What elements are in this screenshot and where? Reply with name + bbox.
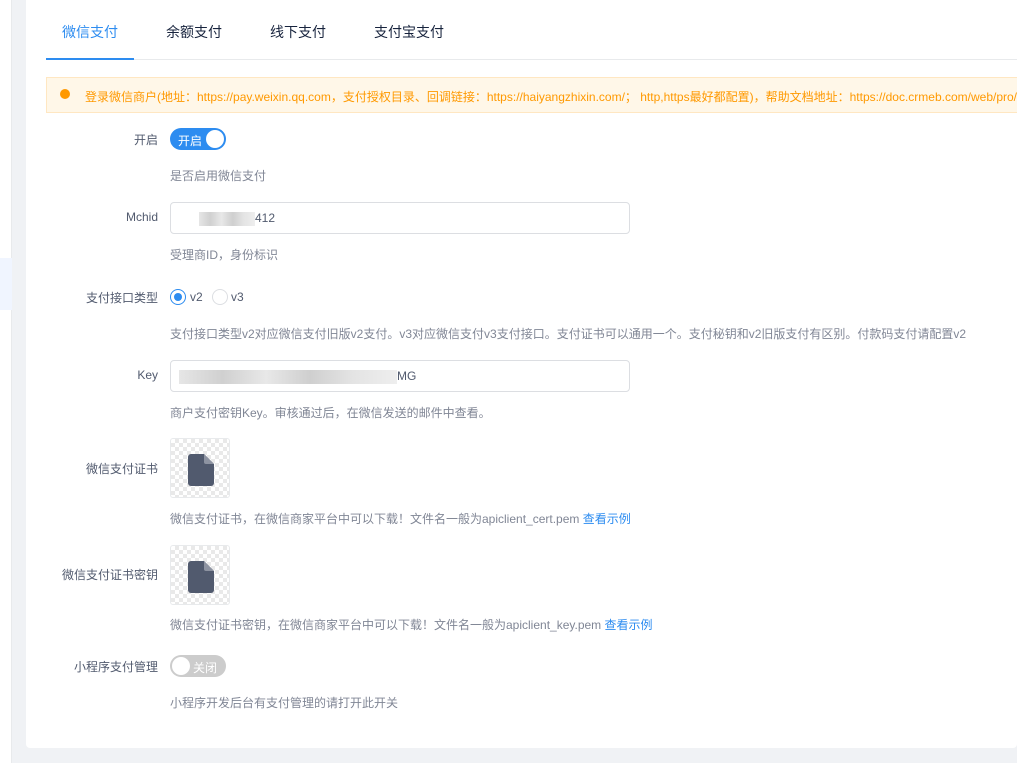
key-label: Key	[137, 368, 158, 382]
cert-help: 微信支付证书，在微信商家平台中可以下载！文件名一般为apiclient_cert…	[170, 510, 631, 527]
alert-text: 登录微信商户(地址：https://pay.weixin.qq.com，支付授权…	[85, 90, 1017, 104]
key-value-suffix: MG	[397, 369, 417, 383]
cert-key-help-text: 微信支付证书密钥，在微信商家平台中可以下载！文件名一般为apiclient_ke…	[170, 618, 602, 632]
switch-knob	[172, 657, 190, 675]
mchid-help: 受理商ID，身份标识	[170, 248, 279, 262]
radio-v3[interactable]	[212, 289, 228, 305]
active-tab-indicator	[46, 58, 134, 60]
enable-help: 是否启用微信支付	[170, 169, 267, 183]
key-input[interactable]: MG	[170, 360, 630, 392]
warning-dot-icon	[60, 89, 70, 99]
radio-v3-label[interactable]: v3	[231, 290, 244, 304]
mini-program-switch[interactable]: 关闭	[170, 655, 226, 677]
tab-balance-pay[interactable]: 余额支付	[166, 22, 222, 42]
settings-card: 微信支付 余额支付 线下支付 支付宝支付 登录微信商户(地址：https://p…	[26, 0, 1017, 748]
enable-switch-text: 开启	[178, 134, 203, 148]
enable-label: 开启	[133, 133, 158, 147]
api-type-help: 支付接口类型v2对应微信支付旧版v2支付。v3对应微信支付v3支付接口。支付证书…	[170, 327, 967, 341]
mini-program-help: 小程序开发后台有支付管理的请打开此开关	[170, 696, 399, 710]
key-masked-value	[179, 369, 397, 384]
cert-help-text: 微信支付证书，在微信商家平台中可以下载！文件名一般为apiclient_cert…	[170, 512, 580, 526]
cert-key-help: 微信支付证书密钥，在微信商家平台中可以下载！文件名一般为apiclient_ke…	[170, 616, 653, 633]
mini-program-switch-text: 关闭	[193, 661, 218, 675]
key-help: 商户支付密钥Key。审核通过后，在微信发送的邮件中查看。	[170, 406, 491, 420]
payment-tabs: 微信支付 余额支付 线下支付 支付宝支付	[46, 0, 1017, 60]
info-alert: 登录微信商户(地址：https://pay.weixin.qq.com，支付授权…	[46, 77, 1017, 113]
switch-knob	[206, 130, 224, 148]
api-type-label: 支付接口类型	[85, 291, 158, 305]
file-icon	[188, 454, 214, 486]
mini-program-label: 小程序支付管理	[73, 660, 158, 674]
cert-upload[interactable]	[170, 438, 230, 498]
radio-v2-label[interactable]: v2	[190, 290, 203, 304]
cert-key-example-link[interactable]: 查看示例	[605, 618, 653, 632]
cert-key-label: 微信支付证书密钥	[61, 568, 158, 582]
radio-v2[interactable]	[170, 289, 186, 305]
cert-label: 微信支付证书	[85, 462, 158, 476]
cert-example-link[interactable]: 查看示例	[583, 512, 631, 526]
cert-key-upload[interactable]	[170, 545, 230, 605]
tab-wechat-pay[interactable]: 微信支付	[62, 22, 118, 42]
file-icon	[188, 561, 214, 593]
mchid-masked-value	[199, 211, 255, 226]
enable-switch[interactable]: 开启	[170, 128, 226, 150]
mchid-input[interactable]: 412	[170, 202, 630, 234]
tab-alipay[interactable]: 支付宝支付	[374, 22, 444, 42]
mchid-label: Mchid	[125, 210, 158, 224]
tab-offline-pay[interactable]: 线下支付	[270, 22, 326, 42]
mchid-value-suffix: 412	[255, 211, 276, 225]
